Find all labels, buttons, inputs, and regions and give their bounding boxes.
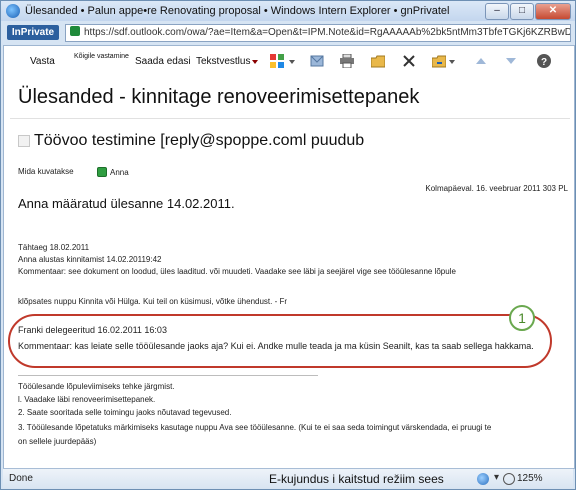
instruction-step-1: l. Vaadake läbi renoveerimisettepanek. [18, 395, 156, 404]
minimize-button[interactable]: – [485, 3, 509, 20]
header-divider [10, 118, 570, 119]
task-title: Töövoo testimine [reply@spoppe.coml puud… [34, 132, 365, 149]
comment-line-1: Kommentaar: see dokument on loodud, üles… [18, 267, 456, 276]
presence-icon [97, 167, 107, 177]
callout-number: 1 [509, 305, 535, 331]
categories-dropdown-icon[interactable] [289, 54, 295, 68]
chat-dropdown-icon[interactable] [252, 54, 258, 68]
status-bar: Done E-kujundus i kaitstud režiim sees ▾… [3, 468, 573, 489]
comment-line-2: klõpsates nuppu Kinnita või Hülga. Kui t… [18, 297, 288, 306]
recipient-name[interactable]: Anna [110, 168, 129, 177]
next-icon[interactable] [504, 54, 518, 68]
help-icon[interactable]: ? [537, 54, 551, 68]
instruction-step-3-cont: on sellele juurdepääs) [18, 437, 97, 446]
print-icon[interactable] [340, 54, 354, 68]
instruction-step-2: 2. Saate sooritada selle toimingu jaoks … [18, 408, 232, 417]
flag-icon[interactable] [310, 54, 324, 68]
previous-icon[interactable] [474, 54, 488, 68]
move-icon[interactable] [371, 54, 385, 68]
message-pane: Vasta Kõigile vastamine Saada edasi Teks… [3, 45, 575, 469]
zone-dropdown-icon[interactable]: ▾ [494, 472, 499, 483]
internet-explorer-icon [6, 4, 20, 18]
internet-zone-icon [477, 473, 489, 485]
protected-mode-status[interactable]: E-kujundus i kaitstud režiim sees [269, 472, 444, 486]
show-to-label: Mida kuvatakse [18, 167, 74, 176]
close-button[interactable]: ✕ [535, 3, 571, 20]
approval-started: Anna alustas kinnitamist 14.02.20119:42 [18, 255, 162, 264]
title-bar: Ülesanded • Palun appe•re Renovating pro… [1, 1, 575, 21]
move-dropdown-icon[interactable] [449, 54, 455, 68]
url-text: https://sdf.outlook.com/owa/?ae=Item&a=O… [84, 27, 571, 38]
frank-comment: Kommentaar: kas leiate selle tööülesande… [18, 341, 534, 351]
instructions-intro: Tööülesande lõpuleviimiseks tehke järgmi… [18, 382, 175, 391]
delete-icon[interactable] [402, 54, 416, 68]
svg-text:?: ? [541, 57, 547, 68]
browser-window: Ülesanded • Palun appe•re Renovating pro… [0, 0, 576, 490]
categories-icon[interactable] [270, 54, 284, 68]
move-to-folder-icon[interactable] [432, 54, 446, 68]
forward-button[interactable]: Saada edasi [135, 56, 191, 67]
reply-all-button[interactable]: Kõigile vastamine [74, 53, 129, 60]
due-date: Tähtaeg 18.02.2011 [18, 243, 90, 252]
status-text: Done [9, 473, 33, 484]
assigned-heading: Anna määratud ülesanne 14.02.2011. [18, 196, 235, 211]
window-title: Ülesanded • Palun appe•re Renovating pro… [25, 5, 450, 17]
instruction-step-3: 3. Tööülesande lõpetatuks märkimiseks ka… [18, 423, 492, 432]
message-toolbar: Vasta Kõigile vastamine Saada edasi Teks… [4, 46, 574, 76]
address-bar: InPrivate https://sdf.outlook.com/owa/?a… [3, 23, 573, 43]
url-field[interactable]: https://sdf.outlook.com/owa/?ae=Item&a=O… [65, 24, 571, 42]
reply-button[interactable]: Vasta [30, 56, 55, 67]
instructions-divider [18, 375, 318, 376]
frank-delegated: Franki delegeeritud 16.02.2011 16:03 [18, 325, 167, 335]
sent-date: Kolmapäeval. 16. veebruar 2011 303 PL [425, 184, 568, 193]
task-checkbox-icon [18, 135, 30, 147]
zoom-level[interactable]: 125% [517, 473, 543, 484]
zoom-icon [503, 473, 515, 485]
secure-lock-icon [70, 26, 80, 36]
window-controls: – □ ✕ [485, 3, 571, 20]
message-subject: Ülesanded - kinnitage renoveerimisettepa… [18, 86, 420, 108]
inprivate-badge[interactable]: InPrivate [7, 25, 59, 40]
chat-button[interactable]: Tekstvestlus [196, 56, 250, 67]
maximize-button[interactable]: □ [510, 3, 534, 20]
